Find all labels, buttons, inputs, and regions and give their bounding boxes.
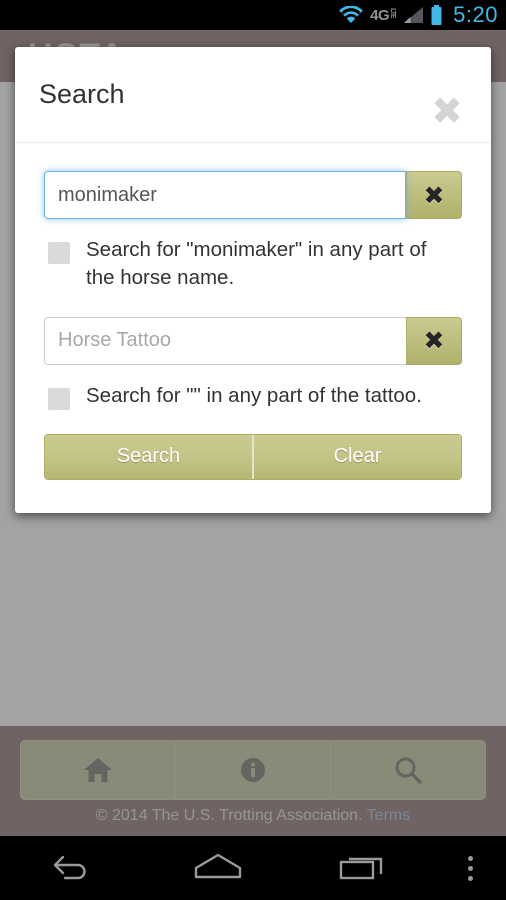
clear-horse-tattoo-button[interactable]: ✖ xyxy=(406,316,462,365)
battery-icon xyxy=(430,5,443,25)
search-dialog: Search ✖ ✖ Search for "monimaker" in any… xyxy=(15,47,491,513)
close-icon: ✖ xyxy=(423,326,445,356)
horse-name-partial-checkbox[interactable] xyxy=(48,242,70,264)
horse-name-field-row: ✖ xyxy=(44,171,462,219)
tattoo-partial-row: Search for "" in any part of the tattoo. xyxy=(48,382,462,410)
status-bar: 4G LTE 5:20 xyxy=(0,0,506,30)
nav-overflow-menu-button[interactable] xyxy=(436,853,506,883)
nav-recents-button[interactable] xyxy=(291,850,436,887)
tattoo-partial-label: Search for "" in any part of the tattoo. xyxy=(86,383,422,407)
nav-home-button[interactable] xyxy=(145,850,290,887)
horse-name-partial-row: Search for "monimaker" in any part of th… xyxy=(48,236,462,293)
dialog-header: Search ✖ xyxy=(15,47,491,143)
nav-back-button[interactable] xyxy=(0,851,145,886)
network-type-label: 4G LTE xyxy=(370,6,397,24)
phone-screen: 4GLTE 5:20 USTA ◡ xyxy=(0,0,506,900)
search-button[interactable]: Search xyxy=(45,434,252,479)
system-navigation-bar xyxy=(0,836,506,900)
clear-button[interactable]: Clear xyxy=(252,434,461,479)
home-icon xyxy=(190,850,246,887)
horse-name-input[interactable] xyxy=(44,171,406,219)
dialog-body: ✖ Search for "monimaker" in any part of … xyxy=(15,143,491,513)
close-icon: ✖ xyxy=(423,180,445,210)
signal-icon xyxy=(402,6,424,24)
recents-icon xyxy=(337,850,389,887)
clear-horse-name-button[interactable]: ✖ xyxy=(406,171,462,219)
horse-name-partial-label: Search for "monimaker" in any part of th… xyxy=(86,238,427,290)
tattoo-partial-checkbox[interactable] xyxy=(48,387,70,410)
dialog-title: Search xyxy=(39,79,125,109)
dialog-actions: Search Clear xyxy=(44,433,462,480)
wifi-icon xyxy=(338,6,364,24)
horse-tattoo-field-row: ✖ xyxy=(44,316,462,365)
status-bar-clock: 5:20 xyxy=(453,2,498,27)
horse-tattoo-input[interactable] xyxy=(44,316,406,365)
overflow-menu-icon xyxy=(468,853,474,883)
back-icon xyxy=(51,851,95,886)
close-icon[interactable]: ✖ xyxy=(429,92,465,130)
